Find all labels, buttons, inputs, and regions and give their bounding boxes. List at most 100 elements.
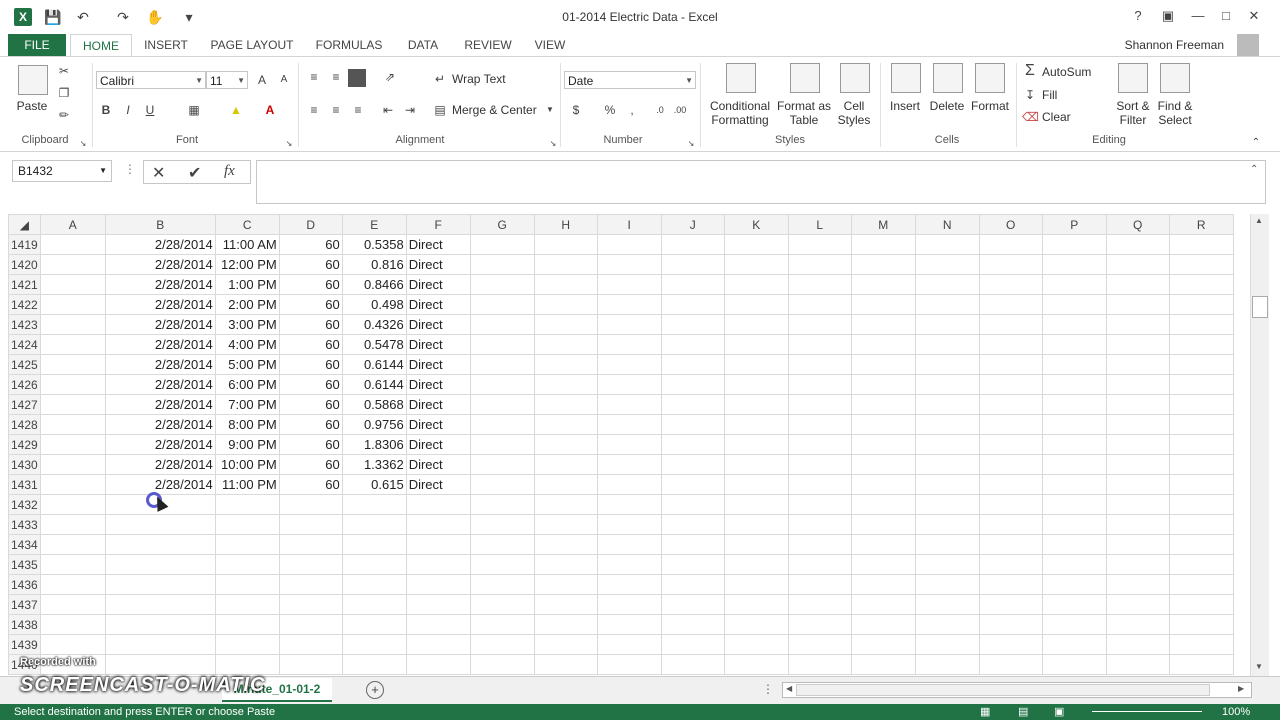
cell-empty[interactable] bbox=[850, 554, 916, 575]
user-name[interactable]: Shannon Freeman bbox=[1125, 38, 1224, 52]
cell-empty[interactable] bbox=[469, 454, 535, 475]
cell-empty[interactable] bbox=[1168, 634, 1234, 655]
cell-empty[interactable] bbox=[1168, 534, 1234, 555]
cell-empty[interactable] bbox=[1105, 594, 1170, 615]
grow-font-icon[interactable]: A bbox=[254, 72, 270, 88]
cell-empty[interactable] bbox=[787, 594, 852, 615]
format-as-table-icon[interactable] bbox=[790, 63, 820, 93]
cell-d[interactable] bbox=[278, 634, 343, 655]
column-header[interactable]: K bbox=[723, 214, 789, 235]
cell-empty[interactable] bbox=[723, 634, 789, 655]
cell-empty[interactable] bbox=[596, 234, 662, 255]
cell-a[interactable] bbox=[39, 234, 106, 255]
row-header[interactable]: 1434 bbox=[8, 534, 41, 555]
cell-empty[interactable] bbox=[914, 454, 980, 475]
cell-d[interactable]: 60 bbox=[278, 234, 343, 255]
row-header[interactable]: 1425 bbox=[8, 354, 41, 375]
column-header[interactable]: O bbox=[978, 214, 1043, 235]
cell-d[interactable]: 60 bbox=[278, 474, 343, 495]
cell-empty[interactable] bbox=[1041, 554, 1107, 575]
cell-c[interactable]: 3:00 PM bbox=[214, 314, 280, 335]
cell-a[interactable] bbox=[39, 554, 106, 575]
cell-empty[interactable] bbox=[533, 454, 598, 475]
cell-f[interactable] bbox=[405, 614, 471, 635]
cell-empty[interactable] bbox=[469, 354, 535, 375]
comma-format-icon[interactable]: , bbox=[624, 102, 640, 118]
cell-empty[interactable] bbox=[1105, 534, 1170, 555]
cell-empty[interactable] bbox=[978, 274, 1043, 295]
cell-empty[interactable] bbox=[1041, 614, 1107, 635]
row-header[interactable]: 1435 bbox=[8, 554, 41, 575]
cell-c[interactable] bbox=[214, 614, 280, 635]
cell-a[interactable] bbox=[39, 274, 106, 295]
cell-empty[interactable] bbox=[1168, 434, 1234, 455]
cell-empty[interactable] bbox=[914, 334, 980, 355]
cell-empty[interactable] bbox=[660, 274, 725, 295]
wrap-text-button[interactable]: Wrap Text bbox=[452, 72, 506, 86]
cell-a[interactable] bbox=[39, 374, 106, 395]
cell-empty[interactable] bbox=[596, 394, 662, 415]
cell-empty[interactable] bbox=[533, 574, 598, 595]
cell-f[interactable] bbox=[405, 514, 471, 535]
cell-empty[interactable] bbox=[469, 614, 535, 635]
cell-empty[interactable] bbox=[533, 254, 598, 275]
cell-empty[interactable] bbox=[1041, 494, 1107, 515]
cell-empty[interactable] bbox=[596, 314, 662, 335]
cell-f[interactable]: Direct bbox=[405, 434, 471, 455]
cell-b[interactable]: 2/28/2014 bbox=[104, 234, 216, 255]
cell-empty[interactable] bbox=[1041, 574, 1107, 595]
cell-e[interactable] bbox=[341, 554, 407, 575]
cell-empty[interactable] bbox=[1105, 414, 1170, 435]
column-header[interactable]: F bbox=[405, 214, 471, 235]
cell-empty[interactable] bbox=[850, 334, 916, 355]
cell-empty[interactable] bbox=[596, 274, 662, 295]
cell-empty[interactable] bbox=[533, 394, 598, 415]
cell-empty[interactable] bbox=[469, 254, 535, 275]
cell-empty[interactable] bbox=[978, 514, 1043, 535]
cell-f[interactable]: Direct bbox=[405, 454, 471, 475]
cell-e[interactable]: 0.615 bbox=[341, 474, 407, 495]
cell-empty[interactable] bbox=[850, 294, 916, 315]
cell-a[interactable] bbox=[39, 394, 106, 415]
cell-empty[interactable] bbox=[533, 474, 598, 495]
format-cells-icon[interactable] bbox=[975, 63, 1005, 93]
row-header[interactable]: 1421 bbox=[8, 274, 41, 295]
cell-empty[interactable] bbox=[914, 514, 980, 535]
cell-empty[interactable] bbox=[914, 614, 980, 635]
increase-indent-icon[interactable]: ⇥ bbox=[402, 102, 418, 118]
cell-empty[interactable] bbox=[1168, 474, 1234, 495]
cell-empty[interactable] bbox=[596, 594, 662, 615]
cell-f[interactable]: Direct bbox=[405, 334, 471, 355]
column-header[interactable]: Q bbox=[1105, 214, 1170, 235]
cell-empty[interactable] bbox=[660, 374, 725, 395]
cell-e[interactable] bbox=[341, 514, 407, 535]
cell-empty[interactable] bbox=[850, 634, 916, 655]
cell-empty[interactable] bbox=[533, 274, 598, 295]
cell-empty[interactable] bbox=[533, 634, 598, 655]
cell-b[interactable]: 2/28/2014 bbox=[104, 474, 216, 495]
cell-a[interactable] bbox=[39, 534, 106, 555]
cell-empty[interactable] bbox=[850, 574, 916, 595]
cell-empty[interactable] bbox=[1041, 634, 1107, 655]
row-header[interactable]: 1429 bbox=[8, 434, 41, 455]
cell-empty[interactable] bbox=[660, 254, 725, 275]
autosum-icon[interactable]: Σ bbox=[1022, 63, 1038, 79]
cell-b[interactable]: 2/28/2014 bbox=[104, 354, 216, 375]
cell-empty[interactable] bbox=[596, 294, 662, 315]
cell-c[interactable] bbox=[214, 594, 280, 615]
cell-e[interactable] bbox=[341, 634, 407, 655]
row-header[interactable]: 1436 bbox=[8, 574, 41, 595]
merge-center-button[interactable]: Merge & Center bbox=[452, 103, 537, 117]
cell-b[interactable] bbox=[104, 534, 216, 555]
cell-f[interactable]: Direct bbox=[405, 254, 471, 275]
paste-icon[interactable] bbox=[18, 65, 48, 95]
cell-empty[interactable] bbox=[850, 494, 916, 515]
row-header[interactable]: 1431 bbox=[8, 474, 41, 495]
fill-color-icon[interactable]: ▲ bbox=[228, 102, 244, 118]
cell-empty[interactable] bbox=[660, 434, 725, 455]
cell-e[interactable]: 0.6144 bbox=[341, 354, 407, 375]
cell-e[interactable]: 1.8306 bbox=[341, 434, 407, 455]
cell-a[interactable] bbox=[39, 614, 106, 635]
column-header[interactable]: N bbox=[914, 214, 980, 235]
cell-a[interactable] bbox=[39, 434, 106, 455]
